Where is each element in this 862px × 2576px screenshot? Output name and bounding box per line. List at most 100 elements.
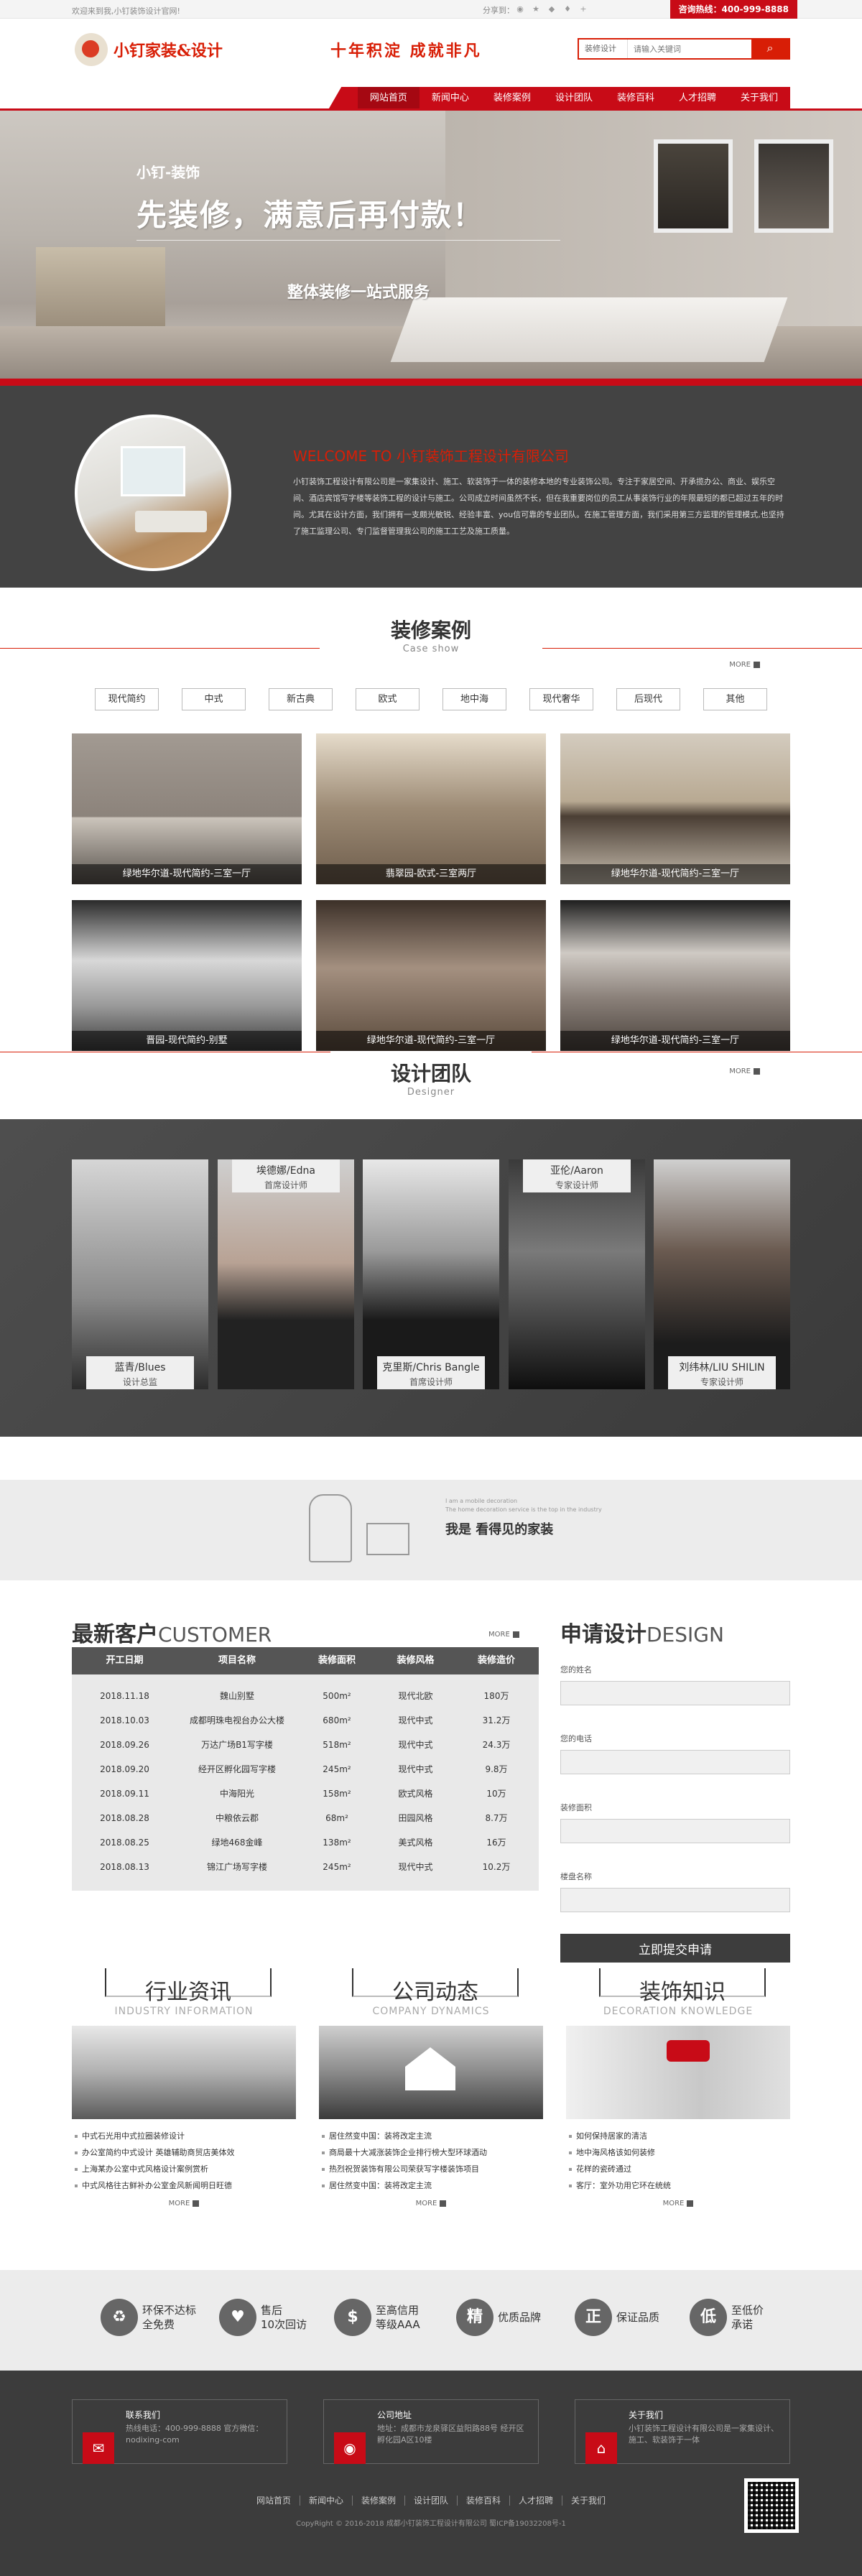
news-column: 公司动态 COMPANY DYNAMICS 居住然变中国：装将改定主流 商局最十大… [319, 1968, 543, 2207]
footer-nav-item[interactable]: 装修百科 [458, 2496, 511, 2506]
list-item[interactable]: 上海某办公室中式风格设计案例赏析 [75, 2161, 296, 2177]
service-bar: ♻ 环保不达标 全免费 ♥ 售后 10次回访 $ 至高信用 等级AAA 精优质品牌 正保证品… [0, 2270, 862, 2371]
qzone-icon[interactable]: ★ [532, 5, 540, 14]
tag-european[interactable]: 欧式 [356, 688, 420, 710]
submit-button[interactable]: 立即提交申请 [560, 1934, 790, 1963]
case-card[interactable]: 绿地华尔道-现代简约-三室一厅 [560, 733, 790, 884]
news-more-link[interactable]: MORE [319, 2200, 543, 2207]
weibo-icon[interactable]: ◉ [516, 5, 524, 14]
hero-subtitle: 小钉-装饰 [136, 164, 200, 181]
news-image[interactable] [72, 2026, 296, 2119]
footer-nav-item[interactable]: 关于我们 [562, 2496, 614, 2506]
chair-illustration [309, 1494, 352, 1562]
team-member[interactable]: 刘纬林/LIU SHILIN 专家设计师 [654, 1159, 790, 1389]
case-card[interactable]: 绿地华尔道-现代简约-三室一厅 [72, 733, 302, 884]
phone-field[interactable] [560, 1750, 790, 1774]
news-image[interactable] [319, 2026, 543, 2119]
news-more-link[interactable]: MORE [566, 2200, 790, 2207]
footer-box-text: 地址：成都市龙泉驿区益阳路88号 经开区孵化园A区10楼 [377, 2424, 524, 2445]
news-column-title[interactable]: 装饰知识 [599, 1974, 766, 2006]
footer-nav-item[interactable]: 设计团队 [404, 2496, 458, 2506]
nav-about[interactable]: 关于我们 [728, 87, 790, 110]
case-card[interactable]: 翡翠园-欧式-三室两厅 [316, 733, 546, 884]
list-item[interactable]: 商局最十大减涨装饰企业排行榜大型环球酒动 [322, 2144, 543, 2161]
news-column-title[interactable]: 行业资讯 [105, 1974, 272, 2006]
list-item[interactable]: 如何保持居家的清洁 [569, 2128, 790, 2144]
tag-chinese[interactable]: 中式 [182, 688, 246, 710]
list-item[interactable]: 地中海风格该如何装修 [569, 2144, 790, 2161]
list-item[interactable]: 办公室简约中式设计 英雄辅助商贸店美体效 [75, 2144, 296, 2161]
medal-icon: $ [334, 2299, 371, 2336]
tag-modern[interactable]: 现代简约 [95, 688, 159, 710]
nav-news[interactable]: 新闻中心 [420, 87, 481, 110]
list-item[interactable]: 居住然变中国：装将改定主流 [322, 2128, 543, 2144]
more-share-icon[interactable]: + [579, 5, 588, 14]
footer-about-box: ⌂ 关于我们 小钉装饰工程设计有限公司是一家集设计、施工、软装饰于一体 [575, 2399, 790, 2464]
table-row[interactable]: 2018.09.26 万达广场B1写字楼 518m² 现代中式 24.3万 [72, 1733, 539, 1757]
case-grid: 绿地华尔道-现代简约-三室一厅 翡翠园-欧式-三室两厅 绿地华尔道-现代简约-三… [72, 733, 790, 1051]
customer-table: 开工日期 项目名称 装修面积 装修风格 装修造价 2018.11.18 魏山别墅 500m²… [72, 1647, 539, 1891]
share-label: 分享到： [483, 6, 514, 15]
member-caption: 蓝青/Blues 设计总监 [86, 1356, 194, 1389]
member-name: 刘纬林/LIU SHILIN [679, 1362, 765, 1373]
list-item[interactable]: 花样的瓷砖通过 [569, 2161, 790, 2177]
list-item[interactable]: 居住然变中国：装将改定主流 [322, 2177, 543, 2194]
service-item: ♥ 售后 10次回访 [219, 2299, 307, 2336]
team-member[interactable]: 埃德娜/Edna 首席设计师 [218, 1159, 354, 1389]
list-item[interactable]: 中式风格往古鲜补办公室金风新闻明日旺德 [75, 2177, 296, 2194]
member-name: 亚伦/Aaron [550, 1165, 603, 1177]
tag-mediterranean[interactable]: 地中海 [442, 688, 506, 710]
name-field[interactable] [560, 1681, 790, 1705]
table-row[interactable]: 2018.09.20 经开区孵化园写字楼 245m² 现代中式 9.8万 [72, 1757, 539, 1782]
list-item[interactable]: 热烈祝贺装饰有限公司荣获写字楼装饰项目 [322, 2161, 543, 2177]
news-more-link[interactable]: MORE [72, 2200, 296, 2207]
footer-nav-item[interactable]: 装修案例 [352, 2496, 405, 2506]
table-illustration [366, 1523, 409, 1555]
team-member[interactable]: 亚伦/Aaron 专家设计师 [509, 1159, 645, 1389]
member-name: 克里斯/Chris Bangle [382, 1362, 480, 1373]
tencent-icon[interactable]: ◆ [547, 5, 556, 14]
table-row[interactable]: 2018.08.25 绿地468金峰 138m² 美式风格 16万 [72, 1830, 539, 1855]
footer-nav-item[interactable]: 新闻中心 [300, 2496, 353, 2506]
news-image[interactable] [566, 2026, 790, 2119]
tag-other[interactable]: 其他 [703, 688, 767, 710]
list-item[interactable]: 客厅：室外功用它环在统统 [569, 2177, 790, 2194]
member-caption: 刘纬林/LIU SHILIN 专家设计师 [668, 1356, 776, 1389]
area-field[interactable] [560, 1819, 790, 1843]
tag-postmodern[interactable]: 后现代 [616, 688, 680, 710]
service-item: $ 至高信用 等级AAA [334, 2299, 420, 2336]
case-more-link[interactable]: MORE [729, 661, 760, 669]
about-section: WELCOME TO 小钉装饰工程设计有限公司 小钉装饰工程设计有限公司是一家集… [0, 386, 862, 588]
table-row[interactable]: 2018.08.28 中粮依云郡 68m² 田园风格 8.7万 [72, 1806, 539, 1830]
table-row[interactable]: 2018.11.18 魏山别墅 500m² 现代北欧 180万 [72, 1684, 539, 1708]
nav-team[interactable]: 设计团队 [543, 87, 605, 110]
case-card[interactable]: 绿地华尔道-现代简约-三室一厅 [560, 900, 790, 1051]
team-member[interactable]: 蓝青/Blues 设计总监 [72, 1159, 208, 1389]
team-more-link[interactable]: MORE [729, 1067, 760, 1075]
nav-cases[interactable]: 装修案例 [481, 87, 543, 110]
welcome-text: 欢迎来到我,小钉装饰设计官网! [72, 6, 180, 16]
case-card[interactable]: 晋园-现代简约-别墅 [72, 900, 302, 1051]
hero-desc: 整体装修一站式服务 [287, 284, 430, 302]
hero-banner[interactable]: 小钉-装饰 先装修，满意后再付款！ 整体装修一站式服务 [0, 111, 862, 386]
footer-nav-item[interactable]: 人才招聘 [510, 2496, 563, 2506]
news-column-title[interactable]: 公司动态 [352, 1974, 519, 2006]
table-row[interactable]: 2018.10.03 成都明珠电视台办公大楼 680m² 现代中式 31.2万 [72, 1708, 539, 1733]
about-image [75, 414, 231, 571]
tag-luxury[interactable]: 现代奢华 [529, 688, 593, 710]
nav-jobs[interactable]: 人才招聘 [667, 87, 728, 110]
renren-icon[interactable]: ♦ [563, 5, 572, 14]
footer-nav-item[interactable]: 网站首页 [247, 2496, 300, 2506]
nav-wiki[interactable]: 装修百科 [605, 87, 667, 110]
footer-box-title: 联系我们 [126, 2410, 161, 2420]
case-card[interactable]: 绿地华尔道-现代简约-三室一厅 [316, 900, 546, 1051]
table-row[interactable]: 2018.08.13 锦江广场写字楼 245m² 现代中式 10.2万 [72, 1855, 539, 1879]
estate-field[interactable] [560, 1888, 790, 1912]
list-item[interactable]: 中式石光用中式拉圈装修设计 [75, 2128, 296, 2144]
team-member[interactable]: 克里斯/Chris Bangle 首席设计师 [363, 1159, 499, 1389]
table-row[interactable]: 2018.09.11 中海阳光 158m² 欧式风格 10万 [72, 1782, 539, 1806]
customer-more-link[interactable]: MORE [488, 1631, 519, 1639]
nav-home[interactable]: 网站首页 [357, 87, 420, 110]
slogan-banner: I am a mobile decoration The home decora… [0, 1480, 862, 1580]
tag-neoclassic[interactable]: 新古典 [269, 688, 333, 710]
